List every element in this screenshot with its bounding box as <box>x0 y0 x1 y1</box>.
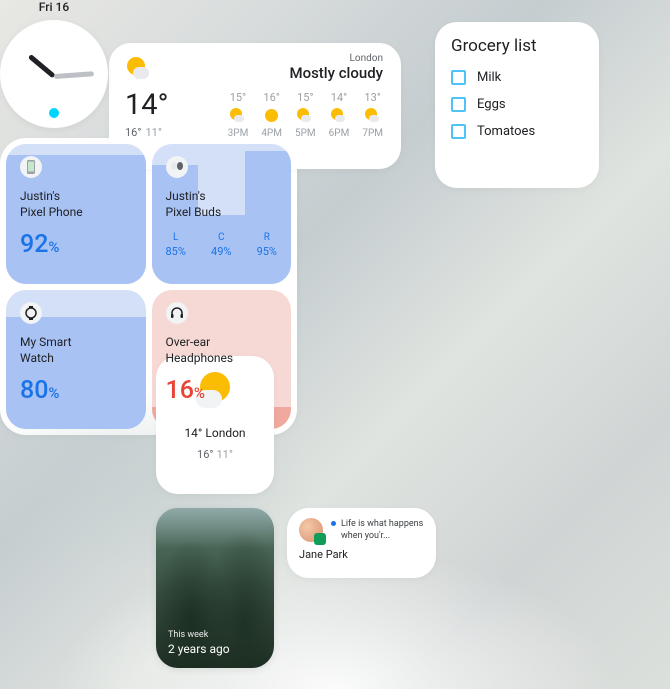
high-low-temperature: 16°11° <box>125 126 168 139</box>
weather-partly-cloudy-icon <box>331 108 347 124</box>
clock-widget[interactable]: Fri 16 <box>0 0 108 138</box>
unread-indicator-icon <box>331 521 336 526</box>
phone-icon <box>20 156 42 178</box>
checkbox-icon[interactable] <box>451 124 466 139</box>
minute-hand <box>54 71 94 79</box>
device-name: Over-earHeadphones <box>166 334 278 366</box>
battery-widget[interactable]: Justin'sPixel Phone 92% Justin'sPixel Bu… <box>0 138 297 435</box>
grocery-item[interactable]: Eggs <box>451 97 583 112</box>
earbuds-levels: L85% C49% R95% <box>166 232 278 258</box>
grocery-item[interactable]: Tomatoes <box>451 124 583 139</box>
weather-sunny-icon <box>264 108 280 124</box>
battery-device-buds[interactable]: Justin'sPixel Buds L85% C49% R95% <box>152 144 292 284</box>
weather-partly-cloudy-icon <box>125 57 151 83</box>
forecast-hour: 14° 6PM <box>329 91 350 139</box>
checkbox-icon[interactable] <box>451 70 466 85</box>
avatar <box>299 518 323 542</box>
device-name: My SmartWatch <box>20 334 132 366</box>
high-low-temperature: 16°11° <box>197 448 233 461</box>
battery-percentage: 92% <box>20 230 132 259</box>
battery-percentage: 16% <box>166 376 278 405</box>
current-temperature: 14° <box>125 91 168 120</box>
photo-memory-widget[interactable]: This week 2 years ago <box>156 508 274 668</box>
hour-hand <box>28 54 56 78</box>
weather-partly-cloudy-icon <box>297 108 313 124</box>
forecast-hour: 13° 7PM <box>362 91 383 139</box>
battery-percentage: 80% <box>20 376 132 405</box>
weather-condition: Mostly cloudy <box>289 64 383 82</box>
watch-icon <box>20 302 42 324</box>
temperature-location: 14° London <box>184 426 245 440</box>
forecast-hour: 16° 4PM <box>261 91 282 139</box>
battery-device-watch[interactable]: My SmartWatch 80% <box>6 290 146 430</box>
message-preview: Life is what happens when you'r... <box>341 518 424 542</box>
hourly-forecast: 15° 3PM 16° 4PM 15° 5PM 14° 6PM 13° <box>228 91 383 139</box>
device-name: Justin'sPixel Phone <box>20 188 132 220</box>
grocery-item-label: Eggs <box>477 97 506 112</box>
forecast-hour: 15° 3PM <box>228 91 249 139</box>
weather-partly-cloudy-icon <box>230 108 246 124</box>
clock-face <box>0 20 108 128</box>
message-widget[interactable]: Life is what happens when you'r... Jane … <box>287 508 436 578</box>
grocery-title: Grocery list <box>451 36 583 56</box>
earbuds-icon <box>166 156 188 178</box>
grocery-item[interactable]: Milk <box>451 70 583 85</box>
memory-subtitle: This week <box>168 630 230 640</box>
weather-location: London <box>289 53 383 64</box>
grocery-item-label: Milk <box>477 70 501 85</box>
memory-title: 2 years ago <box>168 642 230 656</box>
checkbox-icon[interactable] <box>451 97 466 112</box>
grocery-list-widget[interactable]: Grocery list Milk Eggs Tomatoes <box>435 22 599 188</box>
weather-partly-cloudy-icon <box>365 108 381 124</box>
grocery-item-label: Tomatoes <box>477 124 535 139</box>
clock-indicator-dot <box>49 108 59 118</box>
forecast-hour: 15° 5PM <box>295 91 316 139</box>
sender-name: Jane Park <box>299 548 424 561</box>
clock-date: Fri 16 <box>0 0 108 14</box>
headphones-icon <box>166 302 188 324</box>
device-name: Justin'sPixel Buds <box>166 188 278 220</box>
battery-device-phone[interactable]: Justin'sPixel Phone 92% <box>6 144 146 284</box>
